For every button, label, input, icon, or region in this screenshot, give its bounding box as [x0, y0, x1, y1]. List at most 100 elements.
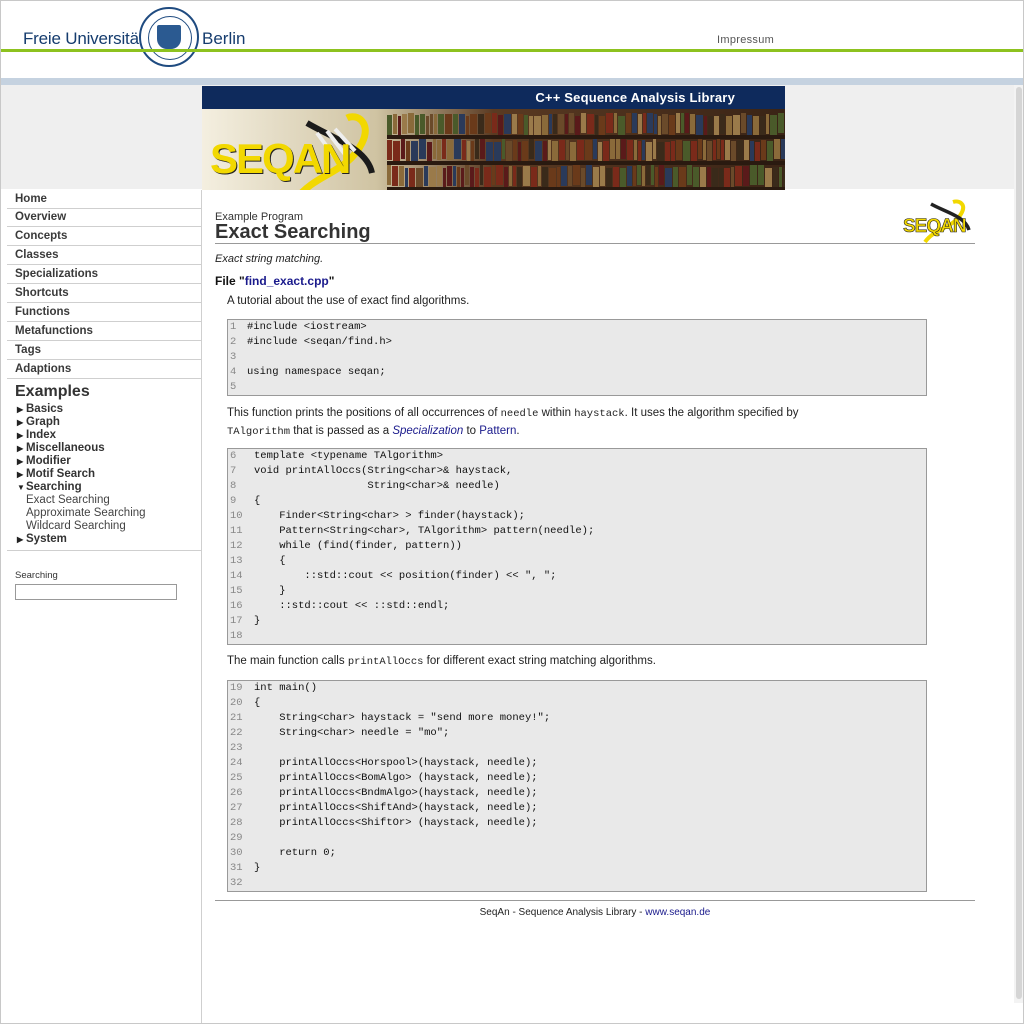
code-line: 15 }	[228, 584, 926, 599]
nav-tags[interactable]: Tags	[7, 341, 201, 360]
line-number: 27	[230, 802, 243, 814]
footer: SeqAn - Sequence Analysis Library - www.…	[479, 907, 711, 918]
code-text: #include <seqan/find.h>	[247, 336, 392, 348]
line-number: 7	[230, 465, 237, 477]
code-line: 21 String<char> haystack = "send more mo…	[228, 711, 926, 726]
code-line: 6 template <typename TAlgorithm>	[228, 449, 926, 464]
line-number: 3	[230, 351, 237, 363]
code-text: printAllOccs<ShiftOr> (haystack, needle)…	[254, 817, 538, 829]
code-text: void printAllOccs(String<char>& haystack…	[254, 465, 513, 477]
line-number: 18	[230, 630, 243, 642]
line-number: 30	[230, 847, 243, 859]
code-line: 28 printAllOccs<ShiftOr> (haystack, need…	[228, 816, 926, 831]
code-block-1: 1 #include <iostream> 2 #include <seqan/fin…	[227, 319, 927, 396]
code-text: String<char> haystack = "send more money…	[254, 712, 551, 724]
examples-heading[interactable]: Examples	[15, 383, 90, 401]
nav-functions[interactable]: Functions	[7, 303, 201, 322]
nav-concepts[interactable]: Concepts	[7, 227, 201, 246]
line-number: 19	[230, 682, 243, 694]
footer-divider	[215, 900, 975, 901]
scrollbar-thumb[interactable]	[1016, 87, 1022, 999]
banner-title-bar: C++ Sequence Analysis Library	[202, 86, 785, 109]
seqan-logo[interactable]: SEQAN	[210, 135, 351, 183]
code-line: 27 printAllOccs<ShiftAnd>(haystack, need…	[228, 801, 926, 816]
example-index[interactable]: ▶ Index	[17, 429, 56, 441]
code-block-3: 19 int main() 20 {21 String<char> haystack …	[227, 680, 927, 892]
search-input[interactable]	[15, 584, 177, 600]
code-line: 17}	[228, 614, 926, 629]
triangle-right-icon: ▶	[17, 431, 24, 440]
code-text: {	[254, 555, 286, 567]
line-number: 5	[230, 381, 237, 393]
footer-link[interactable]: www.seqan.de	[645, 907, 710, 918]
file-heading: File "find_exact.cpp"	[215, 274, 335, 288]
code-text: Finder<String<char> > finder(haystack);	[254, 510, 525, 522]
example-system[interactable]: ▶ System	[17, 533, 67, 545]
code-line: 8 String<char>& needle)	[228, 479, 926, 494]
line-number: 29	[230, 832, 243, 844]
page-subtitle: Exact string matching.	[215, 253, 324, 265]
code-text: printAllOccs<ShiftAnd>(haystack, needle)…	[254, 802, 538, 814]
code-text: while (find(finder, pattern))	[254, 540, 462, 552]
seqan-small-logo[interactable]: SEQAN	[903, 198, 977, 246]
nav-classes[interactable]: Classes	[7, 246, 201, 265]
example-basics[interactable]: ▶ Basics	[17, 403, 63, 415]
code-line: 4 using namespace seqan;	[228, 365, 926, 380]
specialization-link[interactable]: Specialization	[392, 425, 463, 437]
code-text: String<char> needle = "mo";	[254, 727, 450, 739]
code-line: 13 {	[228, 554, 926, 569]
main-paragraph: The main function calls printAllOccs for…	[227, 655, 656, 668]
line-number: 11	[230, 525, 243, 537]
fu-logo-text-right[interactable]: Berlin	[202, 29, 245, 49]
example-graph[interactable]: ▶ Graph	[17, 416, 60, 428]
line-number: 25	[230, 772, 243, 784]
code-block-2: 6 template <typename TAlgorithm> 7 void pri…	[227, 448, 927, 645]
example-modifier[interactable]: ▶ Modifier	[17, 455, 71, 467]
code-line: 26 printAllOccs<BndmAlgo>(haystack, need…	[228, 786, 926, 801]
line-number: 24	[230, 757, 243, 769]
example-approximate-searching[interactable]: Approximate Searching	[26, 507, 146, 519]
code-text: {	[254, 697, 261, 709]
example-wildcard-searching[interactable]: Wildcard Searching	[26, 520, 126, 532]
code-line: 18	[228, 629, 926, 644]
code-line: 22 String<char> needle = "mo";	[228, 726, 926, 741]
nav-overview[interactable]: Overview	[7, 208, 201, 227]
code-text: printAllOccs<BomAlgo> (haystack, needle)…	[254, 772, 538, 784]
line-number: 23	[230, 742, 243, 754]
line-number: 14	[230, 570, 243, 582]
code-text: return 0;	[254, 847, 336, 859]
impressum-link[interactable]: Impressum	[717, 34, 774, 46]
pattern-link[interactable]: Pattern	[479, 425, 516, 437]
line-number: 6	[230, 450, 237, 462]
example-searching[interactable]: ▼Searching	[17, 481, 82, 493]
nav-specializations[interactable]: Specializations	[7, 265, 201, 284]
example-miscellaneous[interactable]: ▶ Miscellaneous	[17, 442, 105, 454]
nav-shortcuts[interactable]: Shortcuts	[7, 284, 201, 303]
file-link[interactable]: find_exact.cpp	[245, 274, 329, 288]
code-text: String<char>& needle)	[254, 480, 500, 492]
search-label: Searching	[15, 570, 58, 581]
title-divider	[215, 243, 975, 244]
code-text: template <typename TAlgorithm>	[254, 450, 444, 462]
code-text: printAllOccs<BndmAlgo>(haystack, needle)…	[254, 787, 538, 799]
fu-seal-icon[interactable]	[139, 7, 199, 67]
code-line: 2 #include <seqan/find.h>	[228, 335, 926, 350]
code-text: using namespace seqan;	[247, 366, 386, 378]
line-number: 28	[230, 817, 243, 829]
nav-home[interactable]: Home	[7, 190, 201, 209]
code-line: 9{	[228, 494, 926, 509]
line-number: 20	[230, 697, 243, 709]
code-text: }	[254, 585, 286, 597]
fu-logo-text-left[interactable]: Freie Universität	[23, 29, 144, 49]
svg-text:SEQAN: SEQAN	[903, 216, 966, 237]
example-motif-search[interactable]: ▶ Motif Search	[17, 468, 95, 480]
code-text: ::std::cout << position(finder) << ", ";	[254, 570, 557, 582]
nav-adaptions[interactable]: Adaptions	[7, 360, 201, 379]
code-line: 10 Finder<String<char> > finder(haystack…	[228, 509, 926, 524]
example-exact-searching[interactable]: Exact Searching	[26, 494, 110, 506]
code-line: 20 {	[228, 696, 926, 711]
nav-metafunctions[interactable]: Metafunctions	[7, 322, 201, 341]
line-number: 10	[230, 510, 243, 522]
line-number: 16	[230, 600, 243, 612]
triangle-right-icon: ▶	[17, 470, 24, 479]
